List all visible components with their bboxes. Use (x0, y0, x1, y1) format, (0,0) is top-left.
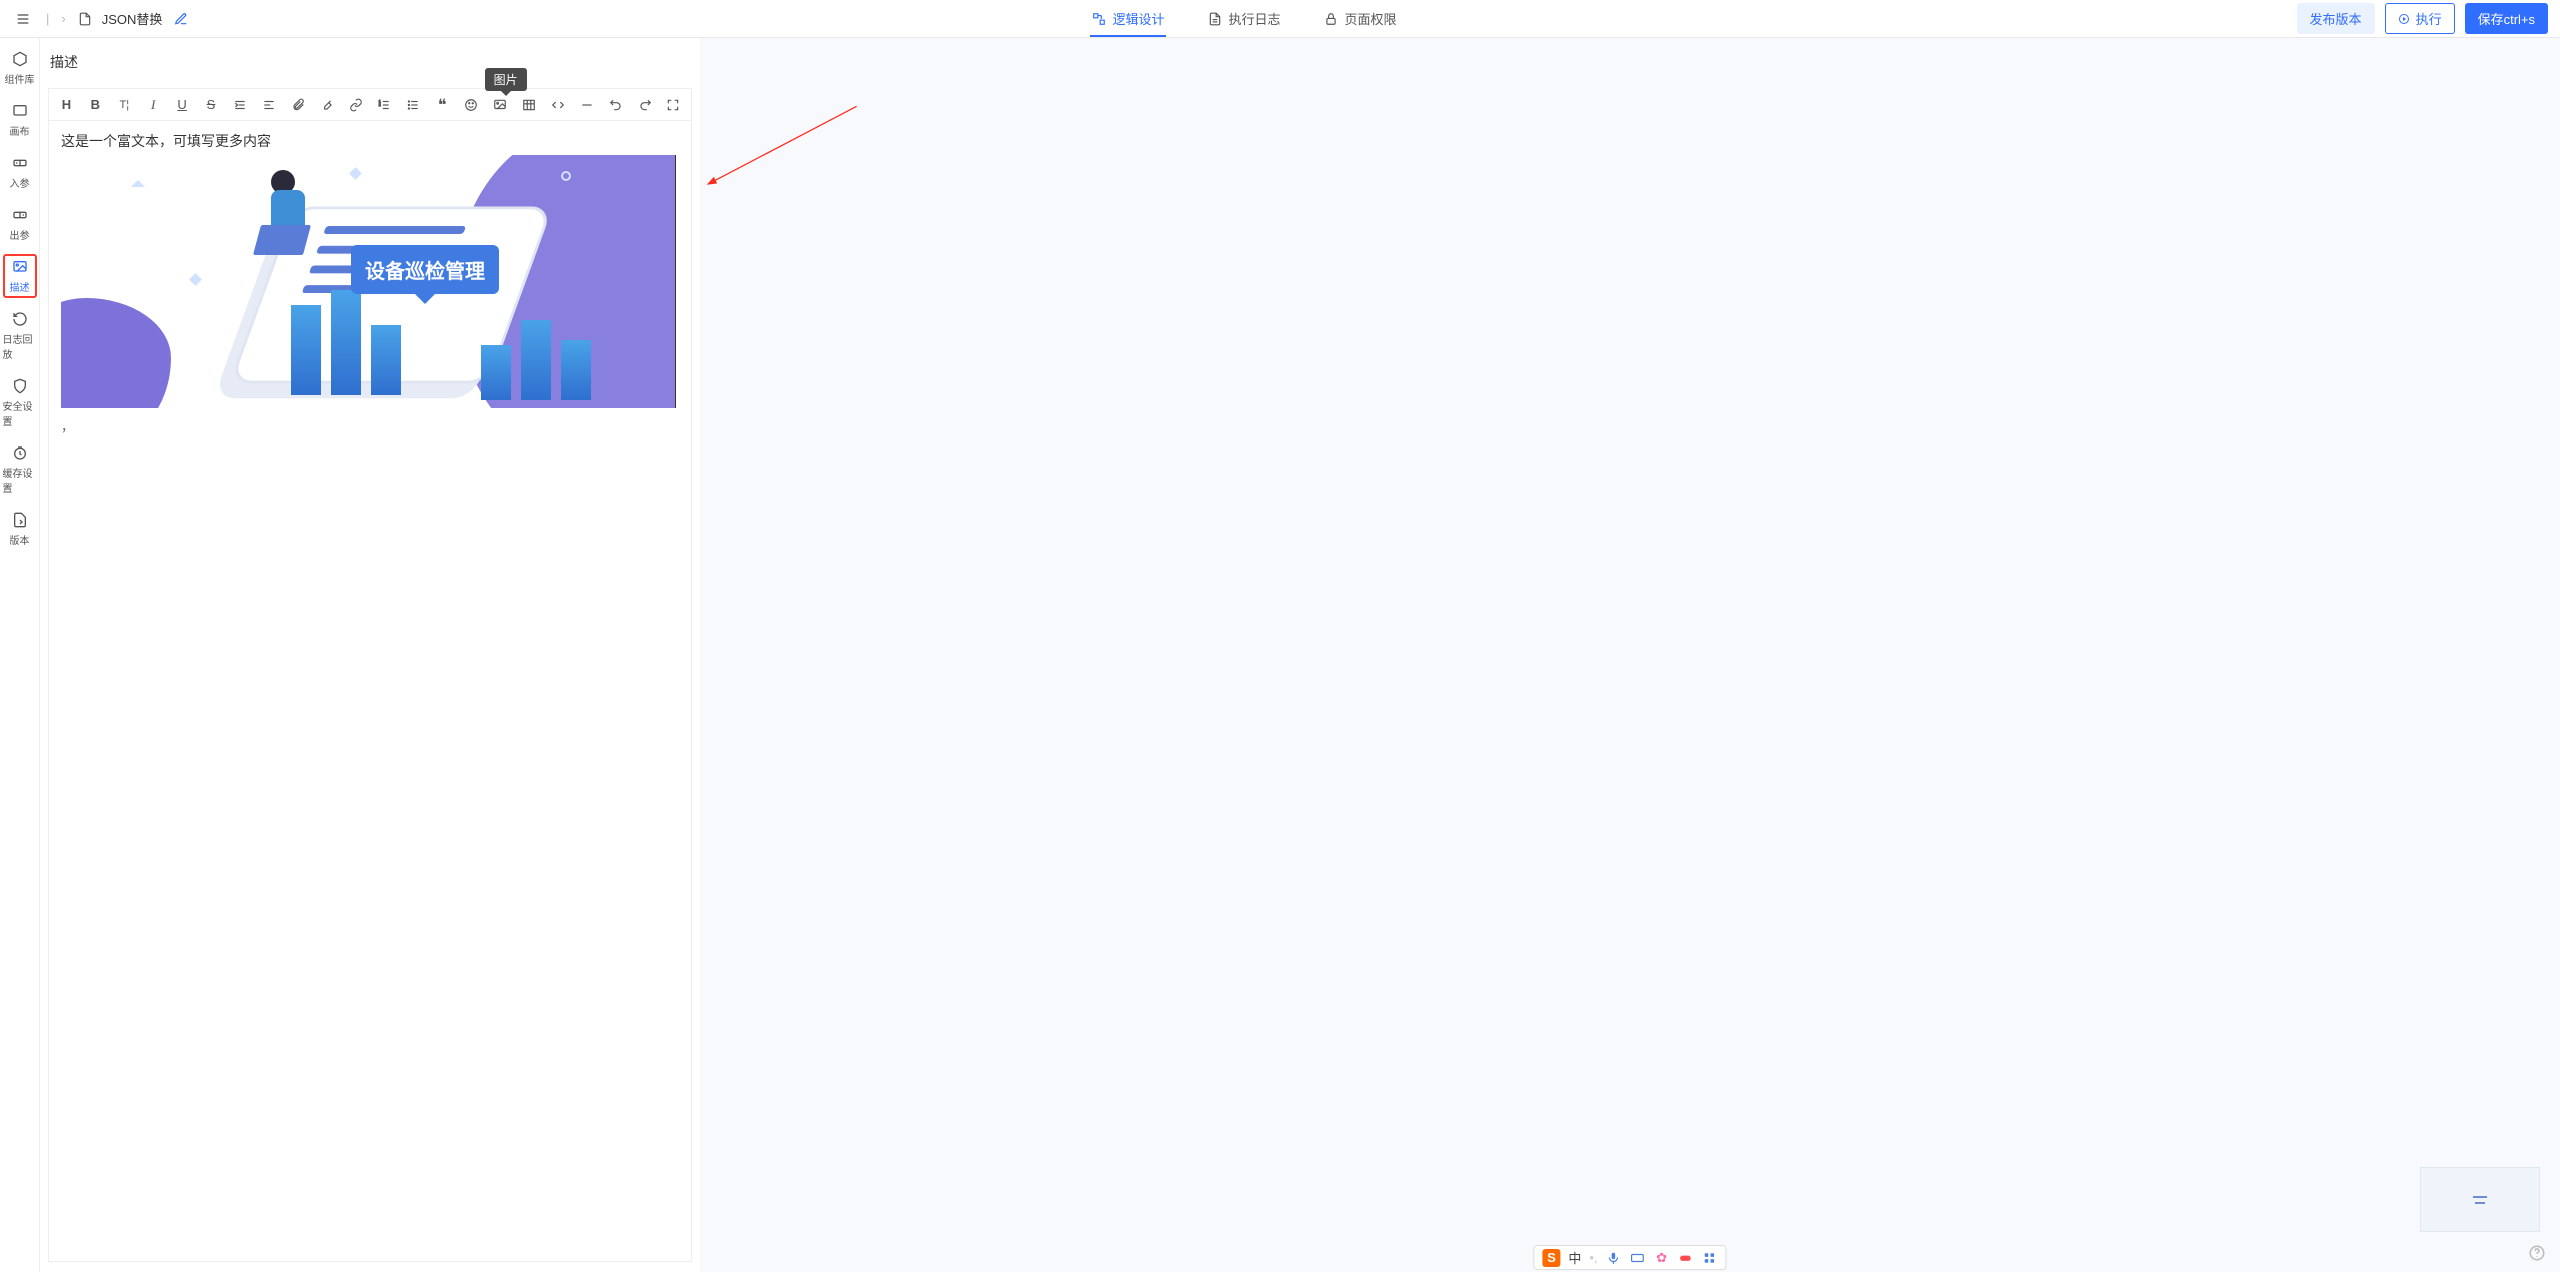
sidebar-toggle-icon[interactable] (12, 8, 34, 30)
highlight-icon[interactable] (319, 96, 334, 114)
breadcrumb-sep: | (46, 11, 49, 26)
ime-lang: 中 (1568, 1248, 1581, 1267)
sidebar-item-description[interactable]: 描述 (3, 254, 37, 298)
emoji-icon[interactable] (464, 96, 479, 114)
inserted-image[interactable]: 设备巡检管理 (61, 155, 676, 408)
tooltip-image: 图片 (485, 68, 527, 91)
skin-icon[interactable]: ✿ (1654, 1250, 1670, 1266)
heading-icon[interactable]: H (59, 96, 74, 114)
input-icon (11, 154, 29, 172)
image-text-icon (11, 258, 29, 276)
attachment-icon[interactable] (290, 96, 305, 114)
sidebar-item-replay[interactable]: 日志回放 (3, 306, 37, 365)
image-badge-text: 设备巡检管理 (351, 245, 499, 294)
annotation-arrow-icon (700, 98, 880, 198)
clock-icon (11, 444, 29, 462)
sidebar-item-cache[interactable]: 缓存设置 (3, 440, 37, 499)
richtext-editor[interactable]: 这是一个富文本，可填写更多内容 (49, 121, 691, 1261)
panel-title: 描述 (48, 48, 692, 82)
sidebar-item-security[interactable]: 安全设置 (3, 373, 37, 432)
tab-logic-design[interactable]: 逻辑设计 (1090, 1, 1166, 36)
edit-name-icon[interactable] (170, 8, 192, 30)
breadcrumb-filename: JSON替换 (102, 9, 163, 28)
run-button[interactable]: 执行 (2385, 3, 2455, 34)
grid-icon[interactable] (1702, 1250, 1718, 1266)
file-icon (74, 8, 96, 30)
code-icon[interactable] (550, 96, 565, 114)
design-canvas[interactable]: S 中 •, ✿ (700, 38, 2560, 1272)
puzzle-icon (11, 50, 29, 68)
editor-secondary-char: ， (61, 416, 74, 435)
table-icon[interactable] (522, 96, 537, 114)
align-icon[interactable] (261, 96, 276, 114)
sidebar-item-version[interactable]: 版本 (3, 507, 37, 551)
format-icon[interactable]: T¦ (117, 96, 132, 114)
unordered-list-icon[interactable] (406, 96, 421, 114)
tab-exec-log[interactable]: 执行日志 (1206, 1, 1282, 36)
tab-page-permission[interactable]: 页面权限 (1322, 1, 1398, 36)
richtext-toolbar: H B T¦ I U S 12 ❝ (49, 89, 691, 121)
breadcrumb: › JSON替换 (61, 8, 192, 30)
sidebar: 组件库 画布 入参 出参 描述 日志回放 (0, 38, 40, 1272)
keyboard-icon[interactable] (1630, 1250, 1646, 1266)
mic-icon[interactable] (1606, 1250, 1622, 1266)
editor-text: 这是一个富文本，可填写更多内容 (61, 131, 679, 151)
hr-icon[interactable] (579, 96, 594, 114)
canvas-icon (11, 102, 29, 120)
sidebar-item-canvas[interactable]: 画布 (3, 98, 37, 142)
publish-button[interactable]: 发布版本 (2297, 3, 2375, 34)
ordered-list-icon[interactable]: 12 (377, 96, 392, 114)
shield-icon (11, 377, 29, 395)
redo-icon[interactable] (637, 96, 652, 114)
save-button[interactable]: 保存ctrl+s (2465, 3, 2548, 34)
svg-text:2: 2 (379, 103, 381, 107)
strike-icon[interactable]: S (204, 96, 219, 114)
bold-icon[interactable]: B (88, 96, 103, 114)
fullscreen-icon[interactable] (666, 96, 681, 114)
ime-logo-icon: S (1542, 1249, 1560, 1267)
replay-icon (11, 310, 29, 328)
image-icon[interactable]: 图片 (493, 96, 508, 114)
quote-icon[interactable]: ❝ (435, 96, 450, 114)
version-icon (11, 511, 29, 529)
link-icon[interactable] (348, 96, 363, 114)
underline-icon[interactable]: U (175, 96, 190, 114)
italic-icon[interactable]: I (146, 96, 161, 114)
ime-bar[interactable]: S 中 •, ✿ (1533, 1245, 1726, 1270)
sidebar-item-components[interactable]: 组件库 (3, 46, 37, 90)
sidebar-item-output[interactable]: 出参 (3, 202, 37, 246)
gamepad-icon[interactable] (1678, 1250, 1694, 1266)
help-icon[interactable] (2528, 1244, 2546, 1262)
output-icon (11, 206, 29, 224)
indent-icon[interactable] (232, 96, 247, 114)
minimap[interactable] (2420, 1167, 2540, 1232)
undo-icon[interactable] (608, 96, 623, 114)
sidebar-item-input[interactable]: 入参 (3, 150, 37, 194)
